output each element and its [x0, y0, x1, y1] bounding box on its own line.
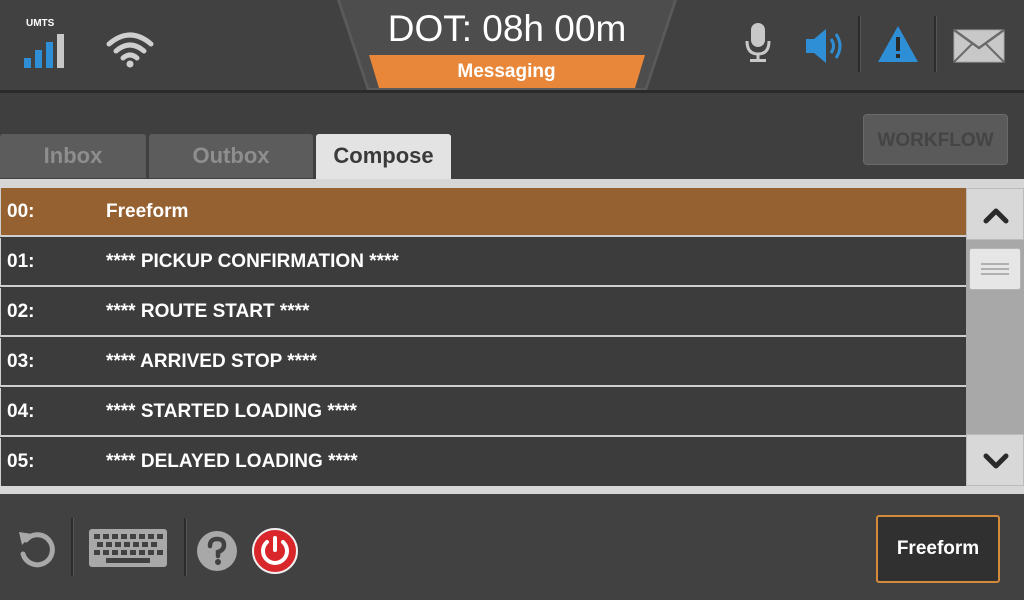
- message-template-list: 00: Freeform 01: **** PICKUP CONFIRMATIO…: [0, 188, 966, 487]
- item-text: Freeform: [106, 201, 189, 222]
- item-number: 02:: [7, 301, 35, 322]
- chevron-down-icon: [983, 453, 1009, 469]
- network-type-label: UMTS: [26, 18, 55, 29]
- item-text: **** ROUTE START ****: [106, 301, 310, 322]
- item-number: 03:: [7, 351, 35, 372]
- footer-divider: [0, 486, 1024, 494]
- status-bar: UMTS DOT: 08h 00m Messaging: [0, 0, 1024, 93]
- list-item[interactable]: 00: Freeform: [0, 188, 966, 237]
- help-icon[interactable]: [196, 530, 238, 572]
- freeform-button[interactable]: Freeform: [876, 515, 1000, 583]
- workflow-button[interactable]: WORKFLOW: [863, 114, 1008, 165]
- item-text: **** ARRIVED STOP ****: [106, 351, 317, 372]
- tab-divider: [0, 179, 1024, 188]
- microphone-icon[interactable]: [744, 22, 772, 64]
- item-text: **** DELAYED LOADING ****: [106, 451, 358, 472]
- item-number: 00:: [7, 201, 35, 222]
- tab-inbox[interactable]: Inbox: [0, 134, 146, 178]
- scrollbar[interactable]: [966, 188, 1024, 486]
- speaker-icon[interactable]: [804, 26, 850, 66]
- chevron-up-icon: [983, 208, 1009, 224]
- signal-bar: [46, 42, 53, 68]
- divider: [858, 16, 861, 72]
- grip-icon: [981, 263, 1009, 275]
- dot-panel: DOT: 08h 00m Messaging: [337, 0, 677, 90]
- tab-compose[interactable]: Compose: [316, 134, 451, 180]
- signal-bar: [57, 34, 64, 68]
- mail-icon[interactable]: [952, 28, 1006, 64]
- item-text: **** PICKUP CONFIRMATION ****: [106, 251, 399, 272]
- scroll-down-button[interactable]: [966, 434, 1024, 486]
- tab-outbox[interactable]: Outbox: [149, 134, 313, 178]
- screen-title: Messaging: [457, 61, 556, 82]
- list-item[interactable]: 01: **** PICKUP CONFIRMATION ****: [0, 238, 966, 287]
- signal-bar: [24, 58, 31, 68]
- keyboard-icon[interactable]: [88, 528, 168, 568]
- item-number: 01:: [7, 251, 35, 272]
- divider: [184, 518, 187, 576]
- scroll-thumb[interactable]: [969, 248, 1021, 290]
- divider: [71, 518, 74, 576]
- list-item[interactable]: 02: **** ROUTE START ****: [0, 288, 966, 337]
- list-item[interactable]: 03: **** ARRIVED STOP ****: [0, 338, 966, 387]
- signal-strength-icon: UMTS: [22, 18, 70, 68]
- power-icon[interactable]: [251, 527, 299, 575]
- footer-bar: Freeform: [0, 494, 1024, 600]
- divider: [934, 16, 937, 72]
- refresh-icon[interactable]: [16, 528, 58, 570]
- wifi-icon: [106, 32, 154, 68]
- scroll-up-button[interactable]: [966, 188, 1024, 240]
- item-number: 05:: [7, 451, 35, 472]
- item-text: **** STARTED LOADING ****: [106, 401, 357, 422]
- alert-icon[interactable]: [876, 24, 920, 64]
- list-item[interactable]: 04: **** STARTED LOADING ****: [0, 388, 966, 437]
- signal-bar: [35, 50, 42, 68]
- dot-timer: DOT: 08h 00m: [387, 8, 627, 49]
- list-item[interactable]: 05: **** DELAYED LOADING ****: [0, 438, 966, 487]
- item-number: 04:: [7, 401, 35, 422]
